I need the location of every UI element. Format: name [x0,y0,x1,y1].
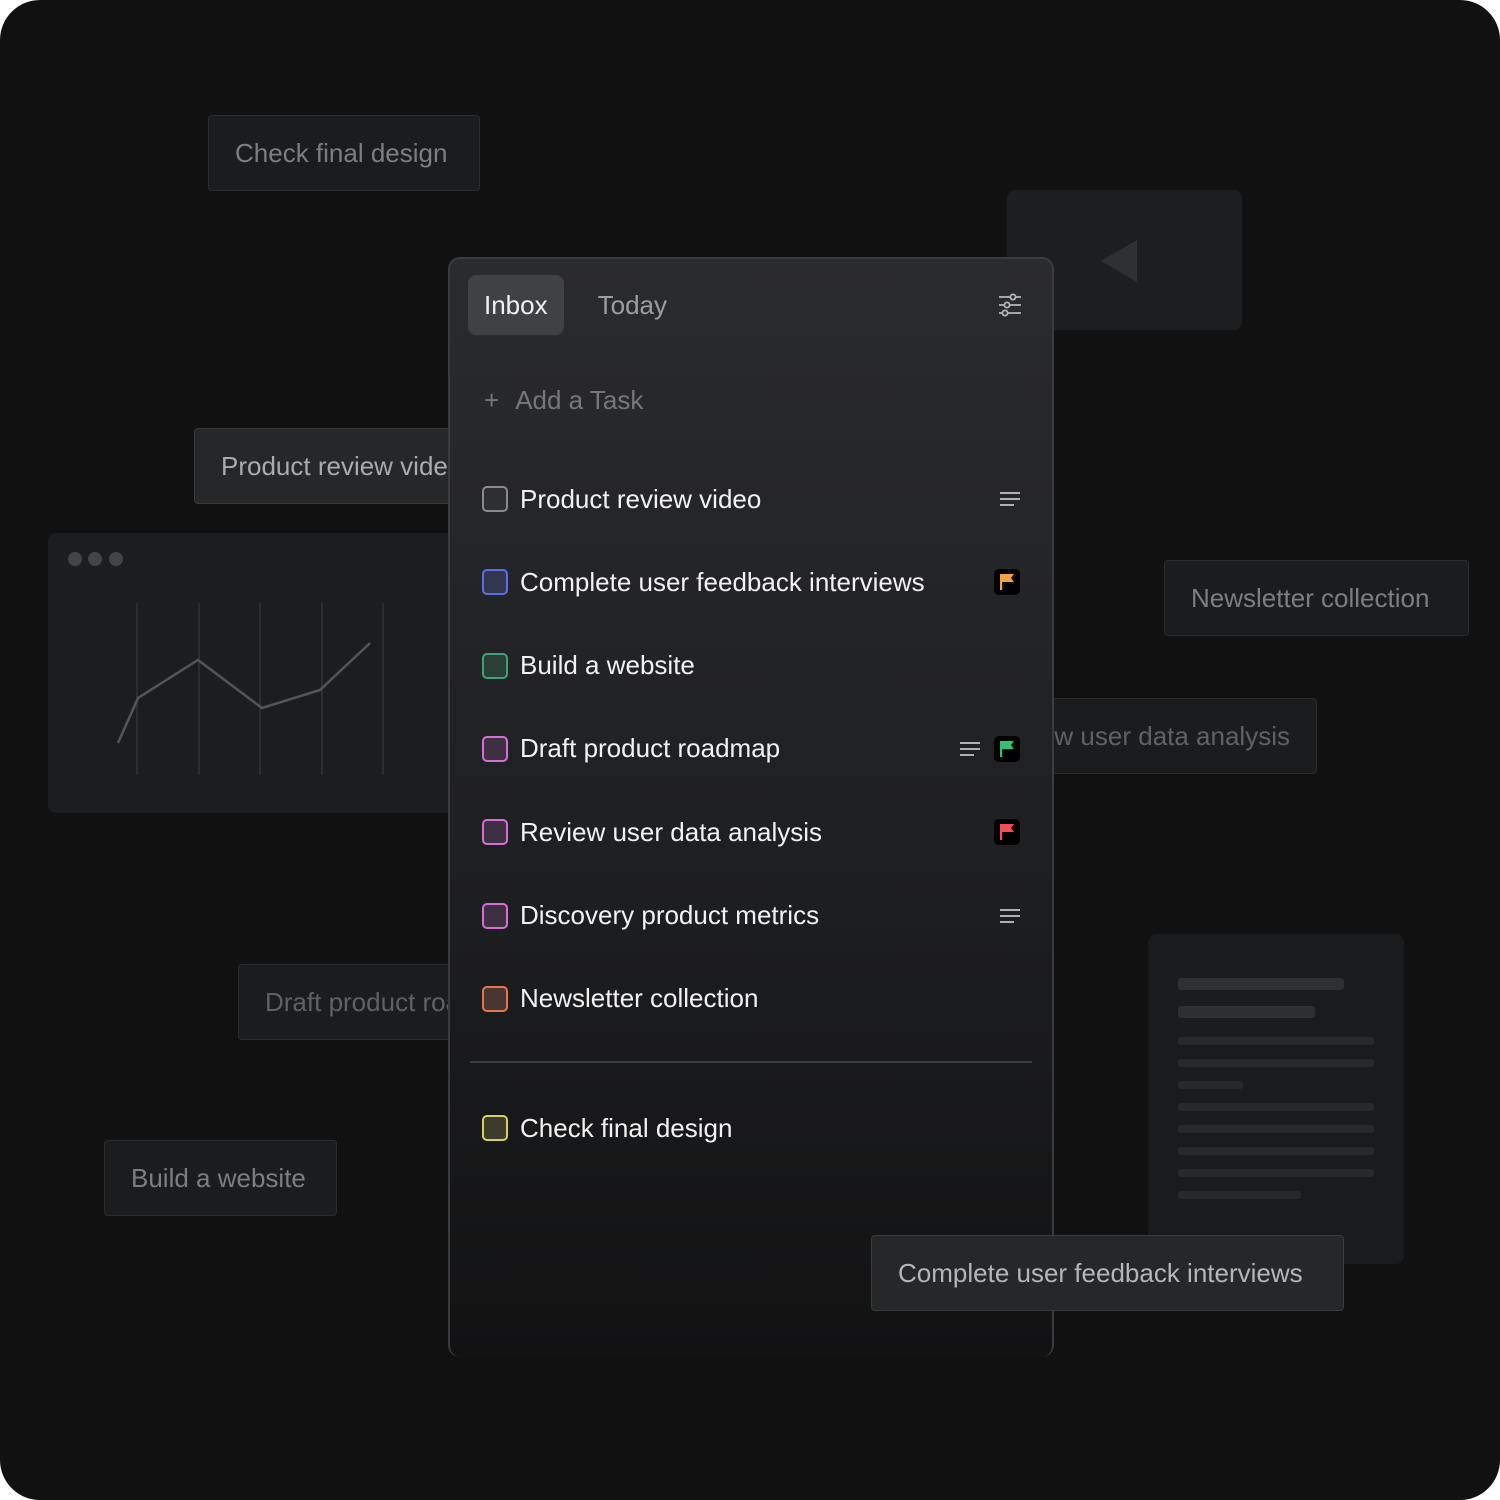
chip-label: Newsletter collection [1191,583,1429,614]
line-chart-illustration [48,533,468,813]
notes-icon [960,742,980,756]
play-back-icon [1101,240,1137,282]
document-lines-illustration [1148,934,1404,1264]
task-row[interactable]: Review user data analysis [482,812,1020,852]
divider [470,1061,1032,1063]
chart-card [48,533,468,813]
floating-chip-build-website: Build a website [104,1140,337,1216]
tab-today[interactable]: Today [582,275,683,335]
task-checkbox[interactable] [482,486,508,512]
tab-bar: Inbox Today [468,275,701,335]
task-checkbox[interactable] [482,819,508,845]
task-label: Discovery product metrics [520,900,1000,931]
add-task-button[interactable]: + Add a Task [484,385,643,416]
task-checkbox[interactable] [482,736,508,762]
document-card [1148,934,1404,1264]
chip-label: Build a website [131,1163,306,1194]
task-row[interactable]: Newsletter collection [482,979,1020,1019]
chip-label: Check final design [235,138,447,169]
task-row[interactable]: Check final design [482,1108,1020,1148]
task-row[interactable]: Draft product roadmap [482,729,1020,769]
floating-chip-newsletter: Newsletter collection [1164,560,1469,636]
chip-label: Complete user feedback interviews [898,1258,1303,1289]
canvas: Check final design Product review video … [0,0,1500,1500]
task-row[interactable]: Discovery product metrics [482,896,1020,936]
task-checkbox[interactable] [482,903,508,929]
window-dot-icon [88,552,102,566]
task-label: Newsletter collection [520,983,1020,1014]
task-icons [1000,492,1020,506]
sliders-icon[interactable] [998,293,1022,317]
task-icons [994,819,1020,845]
task-checkbox[interactable] [482,1115,508,1141]
plus-icon: + [484,385,499,416]
task-icons [960,736,1020,762]
task-row[interactable]: Complete user feedback interviews [482,562,1020,602]
priority-flag-icon[interactable] [994,569,1020,595]
notes-icon [1000,909,1020,923]
task-row[interactable]: Product review video [482,479,1020,519]
task-label: Build a website [520,650,1020,681]
task-label: Review user data analysis [520,817,994,848]
task-label: Draft product roadmap [520,733,960,764]
tab-inbox[interactable]: Inbox [468,275,564,335]
priority-flag-icon[interactable] [994,819,1020,845]
task-icons [994,569,1020,595]
task-label: Product review video [520,484,1000,515]
task-checkbox[interactable] [482,986,508,1012]
floating-chip-check-final-design: Check final design [208,115,480,191]
task-row[interactable]: Build a website [482,646,1020,686]
task-checkbox[interactable] [482,653,508,679]
window-dot-icon [68,552,82,566]
task-panel: Inbox Today + Add a Task Product review … [448,257,1054,1357]
task-label: Check final design [520,1113,1020,1144]
notes-icon [1000,492,1020,506]
floating-chip-complete-feedback: Complete user feedback interviews [871,1235,1344,1311]
add-task-label: Add a Task [515,385,643,416]
priority-flag-icon[interactable] [994,736,1020,762]
task-icons [1000,909,1020,923]
task-checkbox[interactable] [482,569,508,595]
task-label: Complete user feedback interviews [520,567,994,598]
window-dot-icon [109,552,123,566]
chip-label: Product review video [221,451,462,482]
